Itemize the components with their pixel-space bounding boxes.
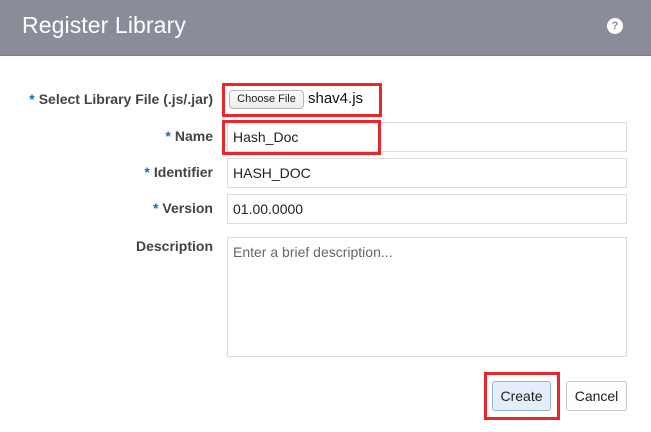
name-field[interactable]: Hash_Doc (227, 122, 627, 152)
identifier-field[interactable]: HASH_DOC (227, 158, 627, 188)
name-label: * Name (165, 128, 213, 144)
version-field[interactable]: 01.00.0000 (227, 194, 627, 224)
identifier-label-text: Identifier (153, 164, 213, 180)
dialog-title: Register Library (22, 12, 186, 38)
version-label: * Version (153, 200, 213, 216)
dialog-header: Register Library ? (0, 0, 651, 56)
version-label-text: Version (162, 200, 213, 216)
name-label-text: Name (174, 128, 213, 144)
help-icon[interactable]: ? (607, 18, 623, 34)
file-label: * Select Library File (.js/.jar) (29, 91, 213, 107)
required-marker: * (152, 200, 159, 216)
file-label-text: Select Library File (.js/.jar) (38, 91, 213, 107)
create-button[interactable]: Create (492, 381, 551, 411)
required-marker: * (29, 91, 35, 107)
required-marker: * (165, 128, 171, 144)
cancel-button[interactable]: Cancel (566, 381, 627, 411)
selected-file-name: shav4.js (308, 90, 364, 107)
choose-file-button[interactable]: Choose File (229, 90, 304, 109)
identifier-label: * Identifier (144, 164, 213, 180)
description-textarea[interactable] (227, 237, 627, 357)
required-marker: * (144, 164, 150, 180)
description-label: Description (135, 238, 213, 254)
